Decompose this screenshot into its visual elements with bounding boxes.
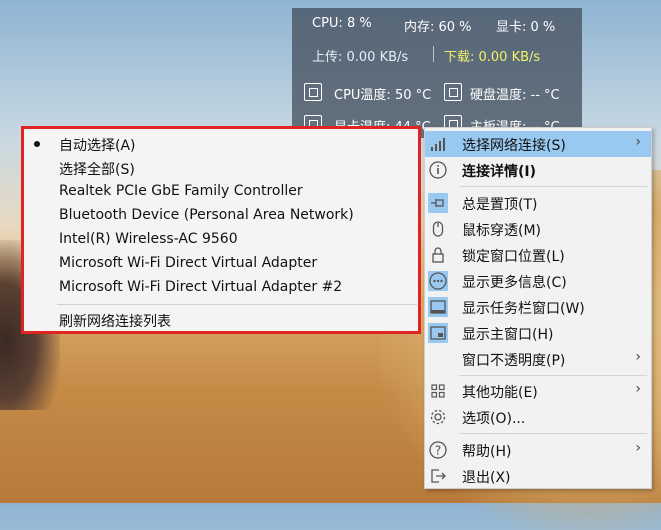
- cpu-chip-icon: [304, 83, 322, 101]
- menu-item-label: 窗口不透明度(P): [462, 353, 566, 369]
- help-icon: ?: [428, 440, 448, 460]
- menu-item-label: 显示主窗口(H): [462, 327, 554, 343]
- speed-divider: [433, 46, 434, 62]
- network-item-select-all[interactable]: 选择全部(S): [24, 156, 418, 180]
- temp-row-1: CPU温度: 50 °C 硬盘温度: -- °C: [292, 80, 582, 104]
- menu-item-label: 其他功能(E): [462, 385, 538, 401]
- menu-item-show-taskbar-window[interactable]: 显示任务栏窗口(W): [425, 294, 651, 320]
- speed-row: 上传: 0.00 KB/s 下载: 0.00 KB/s: [292, 42, 582, 66]
- traffic-monitor-widget[interactable]: CPU: 8 % 内存: 60 % 显卡: 0 % 上传: 0.00 KB/s …: [292, 8, 582, 138]
- menu-item-select-network[interactable]: 选择网络连接(S) ›: [425, 131, 651, 157]
- menu-item-other-functions[interactable]: 其他功能(E) ›: [425, 378, 651, 404]
- network-item-wifi-direct[interactable]: Microsoft Wi-Fi Direct Virtual Adapter: [24, 252, 418, 276]
- gear-icon: [428, 407, 448, 427]
- network-item-auto-select[interactable]: 自动选择(A): [24, 132, 418, 156]
- menu-item-help[interactable]: ? 帮助(H) ›: [425, 437, 651, 463]
- network-item-label: 自动选择(A): [59, 138, 136, 154]
- taskbar-window-icon: [428, 297, 448, 317]
- cpu-usage: CPU: 8 %: [312, 16, 372, 31]
- menu-item-show-more-info[interactable]: 显示更多信息(C): [425, 268, 651, 294]
- chevron-right-icon: ›: [635, 440, 641, 456]
- svg-text:?: ?: [435, 444, 441, 458]
- download-speed: 下载: 0.00 KB/s: [444, 50, 541, 65]
- network-item-realtek[interactable]: Realtek PCIe GbE Family Controller: [24, 180, 418, 204]
- chevron-right-icon: ›: [635, 134, 641, 150]
- menu-item-label: 锁定窗口位置(L): [462, 249, 565, 265]
- menu-item-always-on-top[interactable]: 总是置顶(T): [425, 190, 651, 216]
- disk-icon: [444, 83, 462, 101]
- grid-icon: [428, 381, 448, 401]
- network-item-wifi-direct-2[interactable]: Microsoft Wi-Fi Direct Virtual Adapter #…: [24, 276, 418, 300]
- disk-temperature: 硬盘温度: -- °C: [470, 88, 560, 103]
- lock-icon: [428, 245, 448, 265]
- mouse-icon: [428, 219, 448, 239]
- context-menu: 选择网络连接(S) › 连接详情(I) 总是置顶(T) 鼠标穿透(M) 锁定窗口…: [424, 127, 652, 489]
- network-submenu: 自动选择(A) 选择全部(S) Realtek PCIe GbE Family …: [21, 126, 421, 334]
- menu-separator: [459, 375, 647, 376]
- chevron-right-icon: ›: [635, 381, 641, 397]
- upload-speed: 上传: 0.00 KB/s: [312, 50, 409, 65]
- menu-item-label: 选项(O)...: [462, 411, 526, 427]
- cpu-temperature: CPU温度: 50 °C: [334, 88, 432, 103]
- menu-item-label: 显示更多信息(C): [462, 275, 567, 291]
- menu-item-label: 选择网络连接(S): [462, 138, 566, 154]
- menu-item-window-opacity[interactable]: 窗口不透明度(P) ›: [425, 346, 651, 372]
- network-item-label: Realtek PCIe GbE Family Controller: [59, 183, 303, 199]
- network-item-label: 选择全部(S): [59, 162, 135, 178]
- menu-separator: [459, 433, 647, 434]
- menu-item-exit[interactable]: 退出(X): [425, 463, 651, 489]
- main-window-icon: [428, 323, 448, 343]
- refresh-label: 刷新网络连接列表: [59, 314, 171, 330]
- exit-icon: [428, 466, 448, 486]
- signal-bars-icon: [428, 134, 448, 154]
- menu-item-label: 鼠标穿透(M): [462, 223, 542, 239]
- pin-icon: [428, 193, 448, 213]
- network-item-label: Microsoft Wi-Fi Direct Virtual Adapter: [59, 255, 318, 271]
- menu-item-label: 总是置顶(T): [462, 197, 538, 213]
- submenu-separator: [57, 304, 417, 305]
- memory-usage: 内存: 60 %: [404, 20, 472, 35]
- more-info-icon: [428, 271, 448, 291]
- menu-item-label: 显示任务栏窗口(W): [462, 301, 585, 317]
- refresh-network-list-item[interactable]: 刷新网络连接列表: [24, 308, 418, 332]
- gpu-usage: 显卡: 0 %: [496, 20, 556, 35]
- selected-bullet-icon: [34, 141, 40, 147]
- menu-item-mouse-passthrough[interactable]: 鼠标穿透(M): [425, 216, 651, 242]
- menu-item-label: 退出(X): [462, 470, 511, 486]
- menu-item-connection-details[interactable]: 连接详情(I): [425, 157, 651, 183]
- menu-separator: [459, 186, 647, 187]
- menu-item-label: 连接详情(I): [462, 164, 537, 180]
- network-item-label: Intel(R) Wireless-AC 9560: [59, 231, 238, 247]
- chevron-right-icon: ›: [635, 349, 641, 365]
- network-item-bluetooth[interactable]: Bluetooth Device (Personal Area Network): [24, 204, 418, 228]
- menu-item-options[interactable]: 选项(O)...: [425, 404, 651, 430]
- menu-item-show-main-window[interactable]: 显示主窗口(H): [425, 320, 651, 346]
- network-item-label: Microsoft Wi-Fi Direct Virtual Adapter #…: [59, 279, 343, 295]
- info-icon: [428, 160, 448, 180]
- usage-row: CPU: 8 % 内存: 60 % 显卡: 0 %: [292, 12, 582, 36]
- menu-item-lock-position[interactable]: 锁定窗口位置(L): [425, 242, 651, 268]
- network-item-intel-wireless[interactable]: Intel(R) Wireless-AC 9560: [24, 228, 418, 252]
- network-item-label: Bluetooth Device (Personal Area Network): [59, 207, 354, 223]
- menu-item-label: 帮助(H): [462, 444, 512, 460]
